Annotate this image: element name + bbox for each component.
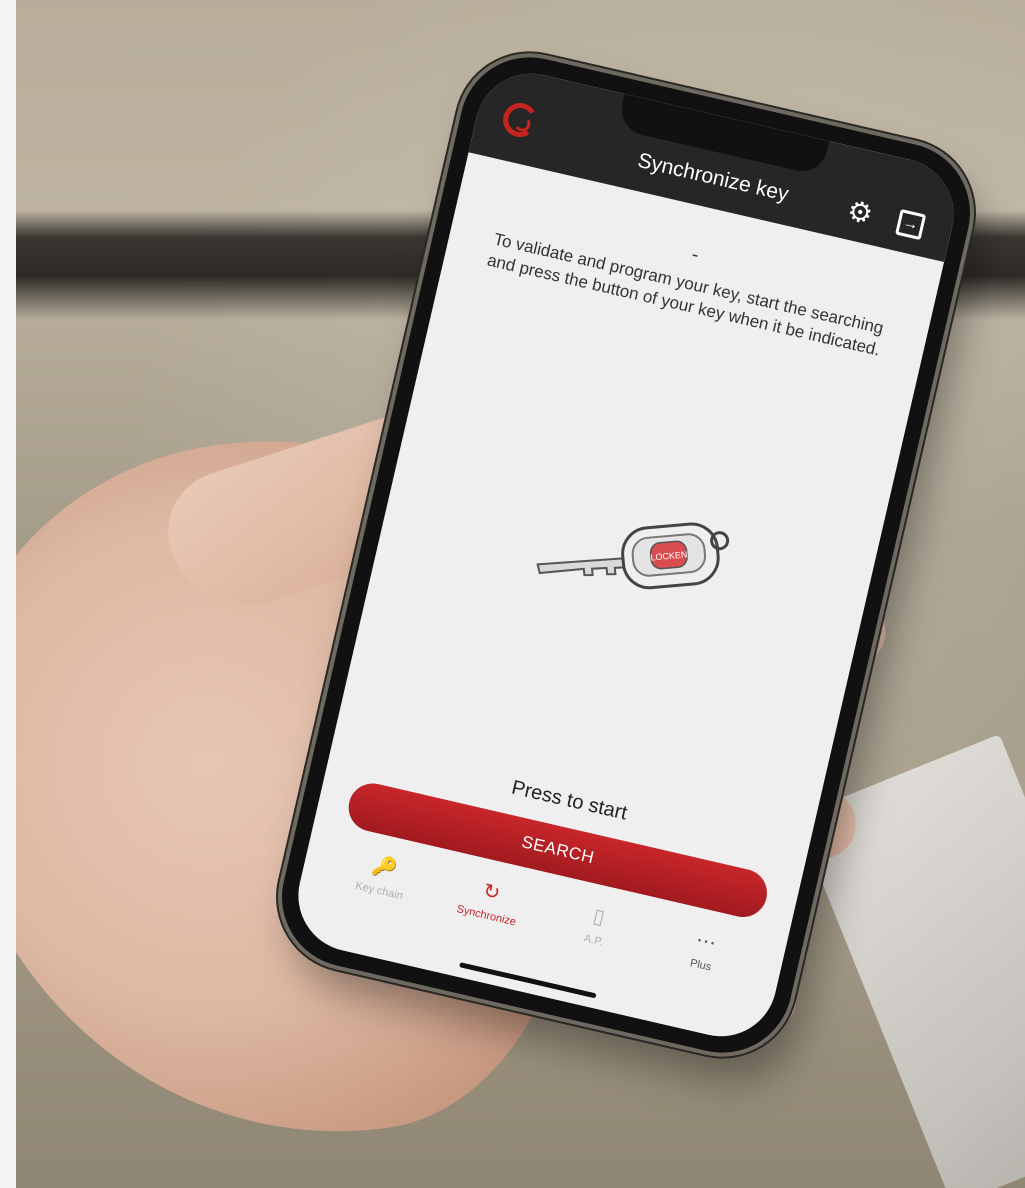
tab-key-chain[interactable]: 🔑 Key chain bbox=[334, 844, 432, 907]
tab-label: Key chain bbox=[354, 879, 404, 903]
key-illustration: LOCKEN bbox=[536, 522, 730, 590]
background-photo: Synchronize key ⚙ → - To validate and pr… bbox=[16, 0, 1025, 1188]
tab-label: Plus bbox=[688, 957, 713, 974]
sync-icon: ↻ bbox=[481, 879, 503, 906]
tab-label: Synchronize bbox=[455, 903, 518, 929]
tab-label: A.P. bbox=[582, 932, 605, 949]
tab-ap[interactable]: ▯ A.P. bbox=[548, 893, 646, 956]
door-icon: ▯ bbox=[590, 905, 607, 930]
more-icon: ⋯ bbox=[693, 928, 719, 955]
tab-plus[interactable]: ⋯ Plus bbox=[655, 918, 753, 981]
key-fob: LOCKEN bbox=[621, 522, 730, 590]
key-blade bbox=[536, 557, 631, 577]
key-chain-icon: 🔑 bbox=[369, 854, 400, 882]
tab-synchronize[interactable]: ↻ Synchronize bbox=[441, 869, 539, 932]
